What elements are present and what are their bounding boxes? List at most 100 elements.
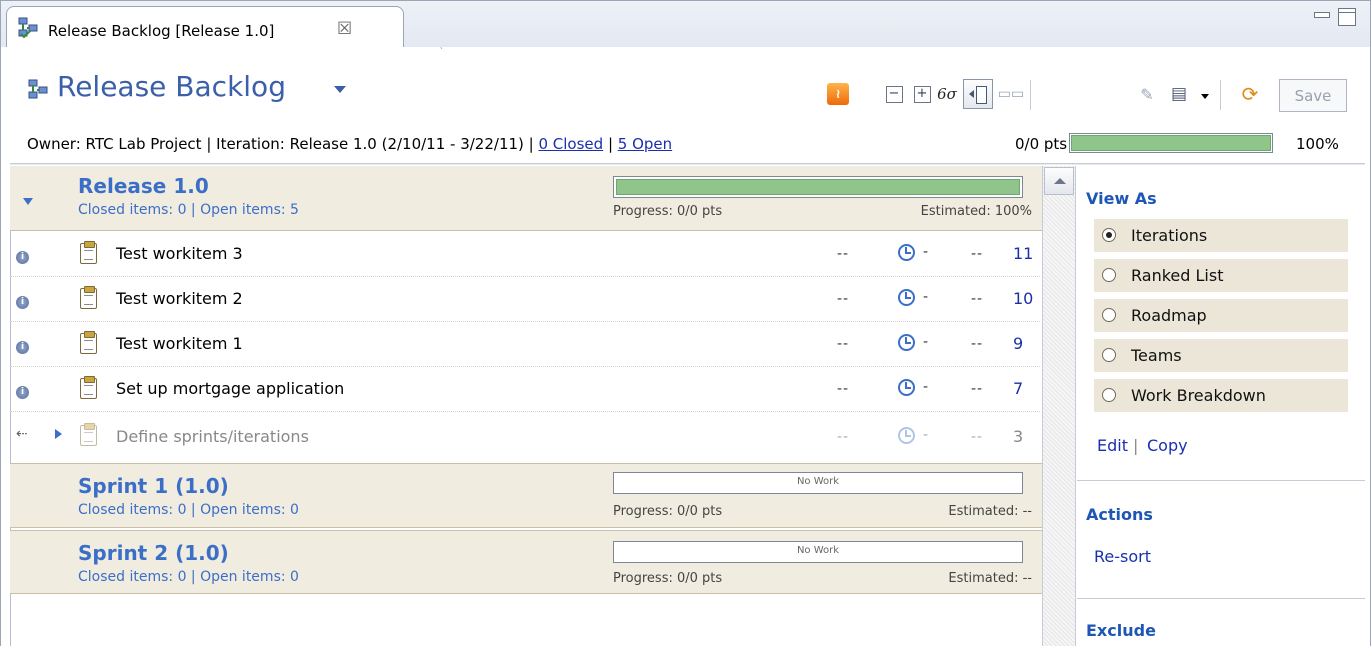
open-items-link[interactable]: 5 Open bbox=[618, 135, 672, 153]
info-icon[interactable]: i bbox=[16, 386, 29, 399]
workitem-icon bbox=[80, 241, 97, 264]
actions-heading: Actions bbox=[1086, 505, 1153, 524]
percent-label: 100% bbox=[1296, 135, 1339, 153]
section-title: Release 1.0 bbox=[78, 174, 209, 198]
view-option-label: Teams bbox=[1131, 346, 1182, 365]
edit-link[interactable]: Edit bbox=[1097, 436, 1128, 455]
page-title[interactable]: Release Backlog bbox=[57, 70, 286, 103]
refresh-icon[interactable]: ⟳ bbox=[1239, 82, 1261, 106]
section-progress: Progress: 0/0 pts bbox=[613, 204, 723, 219]
minimize-icon[interactable] bbox=[1314, 8, 1330, 22]
tab-close-icon[interactable]: ☒ bbox=[337, 19, 352, 39]
workitem-time: - bbox=[923, 379, 929, 395]
workitem-owner: -- bbox=[971, 429, 984, 445]
workitem-time: - bbox=[923, 289, 929, 305]
radio-icon[interactable] bbox=[1102, 228, 1116, 242]
backlog-icon bbox=[28, 79, 48, 99]
workitem-id[interactable]: 9 bbox=[1013, 334, 1023, 353]
collapse-triangle-icon[interactable] bbox=[23, 198, 33, 205]
view-option-work-breakdown[interactable]: Work Breakdown bbox=[1094, 379, 1348, 412]
workitem-id[interactable]: 10 bbox=[1013, 289, 1033, 308]
info-icon[interactable]: i bbox=[16, 341, 29, 354]
clock-icon bbox=[898, 427, 915, 444]
radio-icon[interactable] bbox=[1102, 388, 1116, 402]
expand-icon: + bbox=[913, 85, 931, 103]
maximize-icon[interactable] bbox=[1338, 8, 1356, 26]
radio-icon[interactable] bbox=[1102, 348, 1116, 362]
section-release-1-0[interactable]: Release 1.0 Closed items: 0 | Open items… bbox=[10, 166, 1042, 231]
side-divider bbox=[1077, 598, 1365, 599]
collapse-icon: − bbox=[885, 85, 903, 103]
workitem-icon bbox=[80, 376, 97, 399]
section-progress-fill bbox=[616, 179, 1020, 195]
view-option-teams[interactable]: Teams bbox=[1094, 339, 1348, 372]
section-subtitle: Closed items: 0 | Open items: 0 bbox=[78, 502, 299, 518]
list-item[interactable]: i Test workitem 2 -- - -- 10 bbox=[10, 278, 1040, 322]
workitem-title[interactable]: Define sprints/iterations bbox=[116, 427, 309, 446]
workitem-time: - bbox=[923, 334, 929, 350]
iteration-progress-fill bbox=[1071, 135, 1271, 151]
iteration-info: Owner: RTC Lab Project | Iteration: Rele… bbox=[27, 135, 672, 153]
title-dropdown-icon[interactable] bbox=[334, 86, 346, 93]
section-progress-bar bbox=[613, 176, 1023, 198]
section-sprint-1[interactable]: Sprint 1 (1.0) Closed items: 0 | Open it… bbox=[10, 463, 1042, 528]
workitem-title[interactable]: Test workitem 2 bbox=[116, 289, 243, 308]
closed-items-link[interactable]: 0 Closed bbox=[538, 135, 603, 153]
side-divider bbox=[1077, 480, 1365, 481]
workitem-owner: -- bbox=[971, 336, 984, 352]
scroll-up-button[interactable] bbox=[1044, 167, 1074, 195]
expand-all-button[interactable]: + bbox=[911, 83, 933, 105]
workitem-title[interactable]: Test workitem 3 bbox=[116, 244, 243, 263]
project-area-icon bbox=[18, 17, 38, 38]
radio-icon[interactable] bbox=[1102, 308, 1116, 322]
section-sprint-2[interactable]: Sprint 2 (1.0) Closed items: 0 | Open it… bbox=[10, 530, 1042, 594]
copy-link[interactable]: Copy bbox=[1147, 436, 1188, 455]
edit-icon[interactable]: ✎ bbox=[1136, 83, 1158, 105]
workitem-points: -- bbox=[837, 291, 850, 307]
owner-separator: | bbox=[603, 135, 618, 153]
workitem-points: -- bbox=[837, 429, 850, 445]
list-item[interactable]: i Test workitem 1 -- - -- 9 bbox=[10, 323, 1040, 367]
workitem-id[interactable]: 11 bbox=[1013, 244, 1033, 263]
section-title: Sprint 1 (1.0) bbox=[78, 474, 229, 498]
section-bar-text: No Work bbox=[796, 545, 840, 556]
section-bar-text: No Work bbox=[796, 476, 840, 487]
workitem-id[interactable]: 7 bbox=[1013, 379, 1023, 398]
view-option-label: Work Breakdown bbox=[1131, 386, 1266, 405]
layout-grid-icon[interactable]: ▭▭ bbox=[998, 83, 1024, 105]
workitem-title[interactable]: Set up mortgage application bbox=[116, 379, 344, 398]
info-icon[interactable]: i bbox=[16, 251, 29, 264]
new-workitem-icon[interactable]: ▤ bbox=[1168, 83, 1190, 105]
radio-icon[interactable] bbox=[1102, 268, 1116, 282]
workitem-points: -- bbox=[837, 381, 850, 397]
new-workitem-dropdown-icon[interactable] bbox=[1201, 94, 1209, 99]
list-item[interactable]: i Test workitem 3 -- - -- 11 bbox=[10, 233, 1040, 277]
save-button[interactable]: Save bbox=[1279, 79, 1347, 112]
list-item[interactable]: i Set up mortgage application -- - -- 7 bbox=[10, 368, 1040, 412]
workitem-title[interactable]: Test workitem 1 bbox=[116, 334, 243, 353]
rss-feed-icon[interactable]: ≀ bbox=[827, 83, 849, 105]
toolbar-separator bbox=[1030, 80, 1031, 110]
glasses-icon[interactable]: 6σ bbox=[936, 83, 958, 105]
info-icon[interactable]: i bbox=[16, 296, 29, 309]
workitem-id[interactable]: 3 bbox=[1013, 427, 1023, 446]
toggle-side-panel-button[interactable] bbox=[963, 79, 993, 109]
view-option-iterations[interactable]: Iterations bbox=[1094, 219, 1348, 252]
expand-triangle-icon[interactable] bbox=[55, 429, 62, 439]
view-option-ranked-list[interactable]: Ranked List bbox=[1094, 259, 1348, 292]
workitem-icon bbox=[80, 286, 97, 309]
workitem-time: - bbox=[923, 244, 929, 260]
workitem-points: -- bbox=[837, 246, 850, 262]
collapse-all-button[interactable]: − bbox=[883, 83, 905, 105]
section-estimated: Estimated: -- bbox=[948, 504, 1032, 519]
vertical-scrollbar[interactable] bbox=[1042, 166, 1076, 646]
clock-icon bbox=[898, 244, 915, 261]
exclude-heading: Exclude bbox=[1086, 621, 1156, 640]
iteration-progress-bar bbox=[1069, 133, 1273, 153]
view-option-roadmap[interactable]: Roadmap bbox=[1094, 299, 1348, 332]
workitem-owner: -- bbox=[971, 381, 984, 397]
workitem-owner: -- bbox=[971, 246, 984, 262]
workitem-icon bbox=[80, 423, 97, 446]
resort-link[interactable]: Re-sort bbox=[1094, 547, 1151, 566]
list-item[interactable]: ⇠ Define sprints/iterations -- - -- 3 bbox=[10, 413, 1040, 462]
